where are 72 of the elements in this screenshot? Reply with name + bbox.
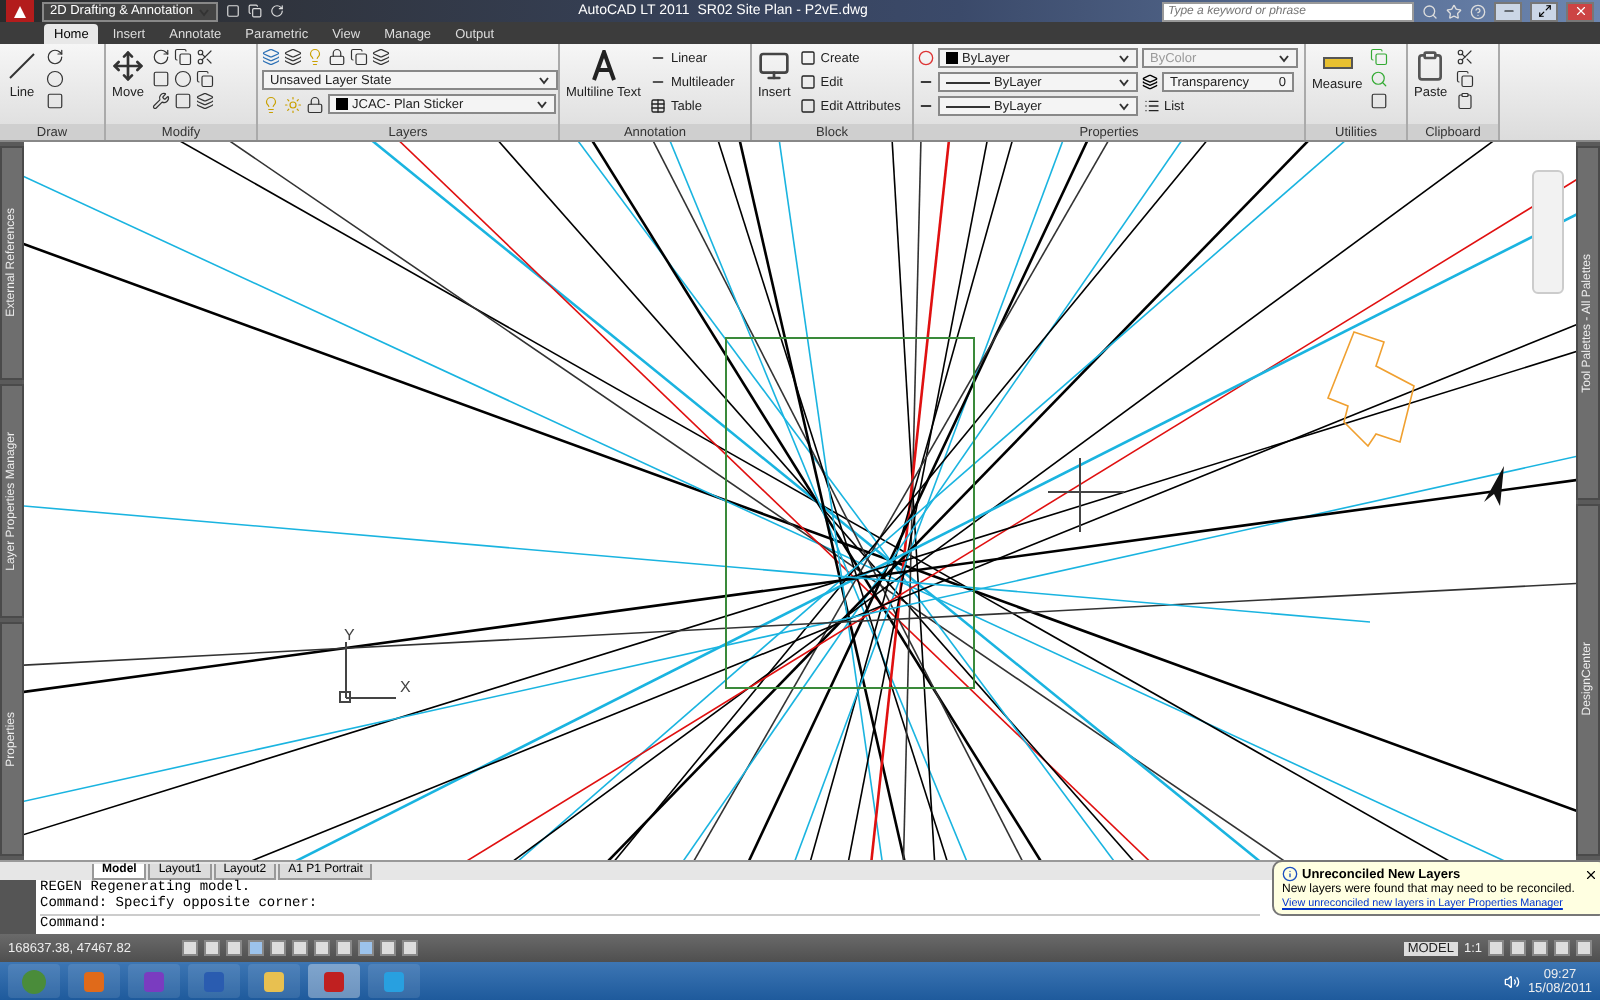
- close-icon[interactable]: [1584, 867, 1598, 881]
- sun-icon: [284, 95, 302, 113]
- minimize-button[interactable]: [1494, 1, 1522, 21]
- list-icon: [1144, 98, 1160, 114]
- rotate-icon: [152, 48, 170, 66]
- layers-icon: [372, 48, 390, 66]
- arc-icon: [46, 48, 64, 66]
- copy-icon: [350, 48, 368, 66]
- copy-icon: [174, 48, 192, 66]
- line-sample-icon: [946, 103, 990, 109]
- lock-icon: [306, 95, 324, 113]
- circle-icon: [46, 70, 64, 88]
- square-icon: [152, 70, 170, 88]
- square-icon: [1370, 92, 1389, 110]
- axis-label: Y: [344, 626, 355, 644]
- info-icon: [1282, 866, 1298, 882]
- clipboard-icon: [1414, 50, 1447, 82]
- line-sample-icon: [946, 79, 990, 85]
- lock-icon: [328, 48, 346, 66]
- star-icon: [1446, 3, 1462, 19]
- move-icon: [112, 50, 144, 82]
- building-outline-drawing: [1326, 331, 1415, 448]
- cursor-icon: [1484, 466, 1504, 506]
- layers-icon: [262, 48, 280, 66]
- taskbar-app-button[interactable]: [248, 964, 300, 998]
- scissors-icon: [1455, 48, 1474, 66]
- search-icon: [1370, 70, 1389, 88]
- maximize-icon: [1537, 4, 1551, 18]
- close-button[interactable]: [1566, 1, 1594, 21]
- crosshair-cursor: [1047, 457, 1125, 533]
- undo-icon[interactable]: [270, 4, 284, 18]
- app-icon: [82, 969, 106, 993]
- taskbar-app-button[interactable]: [308, 964, 360, 998]
- app-icon: [262, 969, 286, 993]
- speaker-icon: [1503, 973, 1520, 989]
- scissors-icon: [196, 48, 214, 66]
- app-icon: [202, 969, 226, 993]
- maximize-button[interactable]: [1530, 1, 1558, 21]
- square-icon: [800, 50, 817, 66]
- circle-icon: [174, 70, 192, 88]
- layers-icon: [196, 92, 214, 110]
- text-icon: [589, 50, 618, 82]
- rectangle-icon: [46, 92, 64, 110]
- copy-icon: [1370, 48, 1389, 66]
- wrench-icon: [152, 92, 170, 110]
- close-icon: [1573, 4, 1587, 18]
- layers-icon: [284, 48, 302, 66]
- app-icon: [382, 969, 406, 993]
- copy-icon[interactable]: [248, 4, 262, 18]
- line-icon: [6, 50, 38, 82]
- minimize-icon: [1501, 4, 1515, 18]
- ucs-axes-icon: [339, 641, 397, 703]
- start-button[interactable]: [8, 964, 60, 998]
- search-icon: [1422, 3, 1438, 19]
- copy-icon: [196, 70, 214, 88]
- table-icon: [650, 98, 667, 114]
- lightbulb-icon: [262, 95, 280, 113]
- square-icon: [800, 98, 817, 114]
- application-menu-button[interactable]: [6, 0, 34, 22]
- color-wheel-icon: [918, 50, 934, 66]
- square-icon: [174, 92, 192, 110]
- square-icon: [800, 74, 817, 90]
- layers-icon: [1142, 74, 1158, 90]
- app-icon: [322, 969, 346, 993]
- new-file-icon[interactable]: [226, 4, 240, 18]
- start-orb-icon: [20, 967, 48, 995]
- axis-label: X: [400, 678, 411, 696]
- app-icon: [142, 969, 166, 993]
- copy-icon: [1455, 70, 1474, 88]
- help-icon: [1470, 3, 1486, 19]
- block-icon: [758, 50, 791, 82]
- clipboard-icon: [1455, 92, 1474, 110]
